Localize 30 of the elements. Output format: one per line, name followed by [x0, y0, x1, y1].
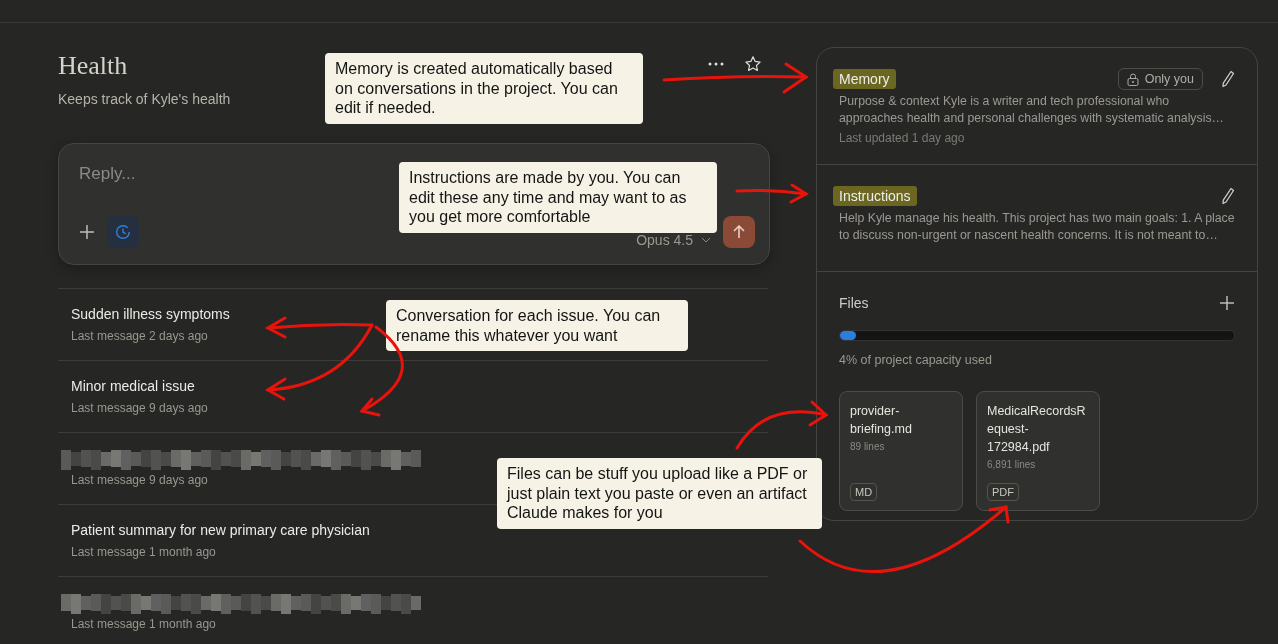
annotation-tooltip: Conversation for each issue. You can rename this whatever you want	[386, 300, 688, 351]
annotation-tooltip: Files can be stuff you upload like a PDF or just plain text you paste or even an artifact Claude makes for you	[497, 458, 822, 529]
project-description: Keeps track of Kyle's health	[58, 91, 231, 107]
conversation-item[interactable]: Last message 1 month ago	[58, 577, 768, 644]
plus-icon[interactable]	[1219, 295, 1235, 311]
file-card[interactable]: MedicalRecordsRequest-172984.pdf 6,891 lines PDF	[976, 391, 1100, 511]
send-button[interactable]	[723, 216, 755, 248]
star-icon[interactable]	[744, 55, 762, 73]
project-title: Health	[58, 51, 129, 81]
visibility-badge: Only you	[1117, 68, 1203, 90]
annotation-tooltip: Instructions are made by you. You can edit these any time and may want to as you get more comfortable	[399, 162, 717, 233]
plus-icon[interactable]	[79, 224, 95, 240]
file-card[interactable]: provider-briefing.md 89 lines MD	[839, 391, 963, 511]
capacity-usage: 4% of project capacity used	[839, 353, 993, 367]
memory-heading: Memory	[833, 69, 896, 89]
reply-field[interactable]: Reply...	[79, 164, 379, 184]
instructions-text: Help Kyle manage his health. This project has two main goals: 1. A place to discuss non-urgent or nascent health concerns. It is not meant to…	[839, 210, 1235, 244]
pencil-icon[interactable]	[1221, 187, 1235, 205]
pencil-icon[interactable]	[1221, 70, 1235, 88]
instructions-heading: Instructions	[833, 186, 917, 206]
memory-summary: Purpose & context Kyle is a writer and tech professional who approaches health and personal challenges with systematic analysis…	[839, 93, 1225, 127]
memory-updated: Last updated 1 day ago	[839, 131, 966, 145]
conversation-item[interactable]: Minor medical issue Last message 9 days ago	[58, 361, 768, 433]
chevron-down-icon	[701, 237, 711, 243]
arrow-up-icon	[732, 225, 746, 239]
files-heading: Files	[839, 295, 869, 311]
annotation-tooltip: Memory is created automatically based on conversations in the project. You can edit if needed.	[325, 53, 643, 124]
clock-icon	[114, 223, 132, 241]
clock-button[interactable]	[107, 216, 139, 248]
more-icon[interactable]	[708, 62, 724, 66]
